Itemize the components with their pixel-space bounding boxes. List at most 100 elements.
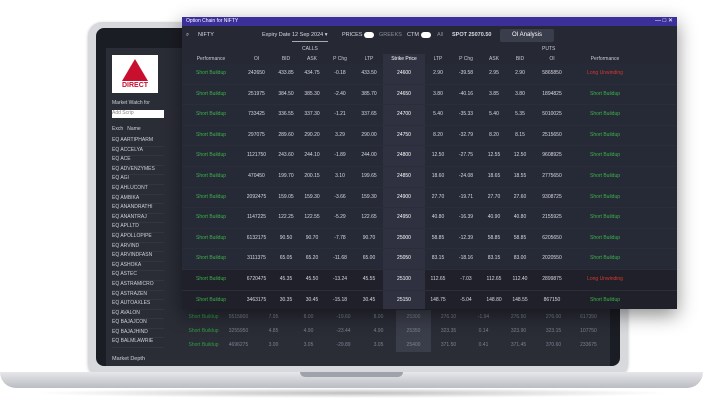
background-cell-j: 107750 [580,328,597,334]
cell-poi: 5010025 [542,111,562,118]
cell-cltp: 65.00 [362,255,376,262]
symbol-field[interactable]: NIFTY [198,26,214,45]
background-cell-d: -19.60 [336,314,351,320]
search-icon[interactable]: ⌕ [186,26,189,45]
cell-poi: 2155925 [542,214,562,221]
cell-ppchg: -19.71 [458,193,474,200]
background-cell-d: -23.44 [336,328,351,334]
watchlist-item[interactable]: EQ ACE [112,156,164,166]
cell-cpchg: -11.68 [333,255,347,262]
cell-poi: 2020550 [542,255,562,262]
cell-ppchg: -40.16 [458,90,474,97]
background-cell-g: -1.94 [477,314,490,320]
watchlist-item[interactable]: EQ ADVENZYMES [112,166,164,176]
all-label: All [437,32,444,38]
table-row[interactable]: Short Buildup 1147225 122.25 122.55 -5.29 122… [182,208,677,229]
oi-analysis-button[interactable]: OI Analysis [500,29,554,42]
table-row[interactable]: Short Buildup 1121750 243.60 244.10 -1.89 244… [182,146,677,167]
table-row[interactable]: Short Buildup 3111375 65.05 65.20 -11.68 65.0… [182,249,677,270]
watchlist-item[interactable]: EQ BALMLAWRIE [112,338,164,349]
table-row[interactable]: Short Buildup 2092475 159.05 159.30 -3.66 159… [182,187,677,209]
watchlist-item[interactable]: EQ AGI [112,175,164,185]
cell-pbid: 12.50 [513,152,527,159]
watchlist-item[interactable]: EQ ANANDRATHI [112,204,164,214]
background-cell-i: 276.00 [545,314,562,320]
cell-pask: 12.55 [487,152,501,159]
window-controls[interactable]: — □ ✕ [655,17,673,26]
cell-cbid: 45.35 [279,275,293,282]
table-row[interactable]: Short Buildup 470450 199.70 200.15 3.10 199.6… [182,166,677,188]
cell-coi: 3463175 [246,296,267,303]
cell-pp: Long Unwinding [587,275,623,282]
cell-cask: 45.50 [305,275,319,282]
table-row[interactable]: Short Buildup 6720475 45.35 45.50 -13.24 45.5… [182,269,677,291]
cell-cp: Short Buildup [195,296,227,303]
cell-cask: 122.55 [304,214,320,221]
cell-ppchg: -16.39 [458,214,474,221]
cell-cp: Short Buildup [195,70,227,76]
cell-pltp: 27.70 [431,193,445,200]
watchlist-item[interactable]: EQ ASTRAMICRO [112,281,164,291]
cell-coi: 6132175 [246,234,267,241]
table-row[interactable]: Short Buildup 6132175 90.50 90.70 -7.78 90.70… [182,228,677,250]
cell-ppchg: -12.39 [458,234,474,241]
cell-pask: 40.90 [487,214,501,221]
spot-price: SPOT 25070.50 [452,32,492,38]
watchlist-item[interactable]: EQ ARVINDFASN [112,252,164,262]
cell-strike: 24900 [383,187,425,208]
cell-cp: Short Buildup [195,234,227,241]
watchlist-item[interactable]: EQ APLLTD [112,223,164,233]
add-scrip-input[interactable]: Add Scrip [112,110,164,118]
cell-coi: 1121750 [246,152,267,159]
watchlist-item[interactable]: EQ AUTOAXLES [112,300,164,310]
ctm-toggle[interactable]: CTM [407,26,431,45]
exch-col: Exch [112,126,124,132]
watchlist-item[interactable]: EQ ARVIND [112,243,164,253]
prices-toggle[interactable]: PRICES [342,26,375,45]
watchlist-item[interactable]: EQ AARTIPHARM [112,137,164,147]
background-row: Short Buildup 5515800 7.95 8.00 -19.60 8.00 25… [186,310,606,324]
cell-ppchg: -32.79 [458,131,474,138]
background-cell-g: 0.14 [478,328,489,334]
group-header: CALLS PUTS [182,45,677,54]
background-cell-s: 25350 [396,324,431,338]
table-row[interactable]: Short Buildup 242650 433.85 434.75 -0.18 433.… [182,64,677,85]
expiry-select[interactable]: 12 Sep 2024 ▾ [292,29,328,42]
watchlist-item[interactable]: EQ APOLLOPIPE [112,233,164,243]
table-row[interactable]: Short Buildup 3463175 30.35 30.45 -15.18 30.4… [182,290,677,309]
watchlist-item[interactable]: EQ AHLUCONT [112,185,164,195]
market-depth-label[interactable]: Market Depth [112,356,145,362]
cell-cltp: 337.65 [361,111,377,118]
watchlist-item[interactable]: EQ BAJAJHIND [112,329,164,339]
cell-strike: 24950 [383,208,425,228]
watchlist-item[interactable]: EQ AMBIKA [112,195,164,205]
watchlist-item[interactable]: EQ AVALON [112,310,164,320]
table-row[interactable]: Short Buildup 297075 289.60 290.20 3.29 290.0… [182,125,677,147]
watchlist-item[interactable]: EQ ASHOKA [112,262,164,272]
cell-pp: Short Buildup [589,152,621,159]
cell-cltp: 90.70 [362,234,376,241]
table-row[interactable]: Short Buildup 733425 336.55 337.30 -1.21 337.… [182,105,677,126]
watchlist-item[interactable]: EQ ASTRAZEN [112,291,164,301]
watchlist-item[interactable]: EQ ANANTRAJ [112,214,164,224]
cell-pask: 18.65 [487,172,501,179]
cell-ppchg: -7.03 [460,275,472,282]
cell-pltp: 5.40 [433,111,443,118]
cell-pltp: 3.80 [433,90,443,97]
background-cell-h: 371.45 [510,342,527,348]
background-cell-d: -29.89 [336,342,351,348]
watchlist-item[interactable]: EQ BAJAJCON [112,319,164,329]
cell-cp: Short Buildup [195,131,227,138]
cell-pbid: 27.60 [513,193,527,200]
cell-ppchg: -39.58 [458,70,474,76]
watchlist-item[interactable]: EQ ACCELYA [112,147,164,157]
cell-cp: Short Buildup [195,152,227,159]
background-cell-g: 0.41 [478,342,489,348]
cell-pask: 112.65 [486,275,502,282]
cell-cp: Short Buildup [195,193,227,200]
cell-pbid: 112.40 [512,275,528,282]
watchlist-item[interactable]: EQ ASTEC [112,271,164,281]
cell-cltp: 385.70 [361,90,377,97]
cell-cask: 159.30 [304,193,320,200]
table-row[interactable]: Short Buildup 251975 384.50 385.30 -2.40 385.… [182,84,677,106]
